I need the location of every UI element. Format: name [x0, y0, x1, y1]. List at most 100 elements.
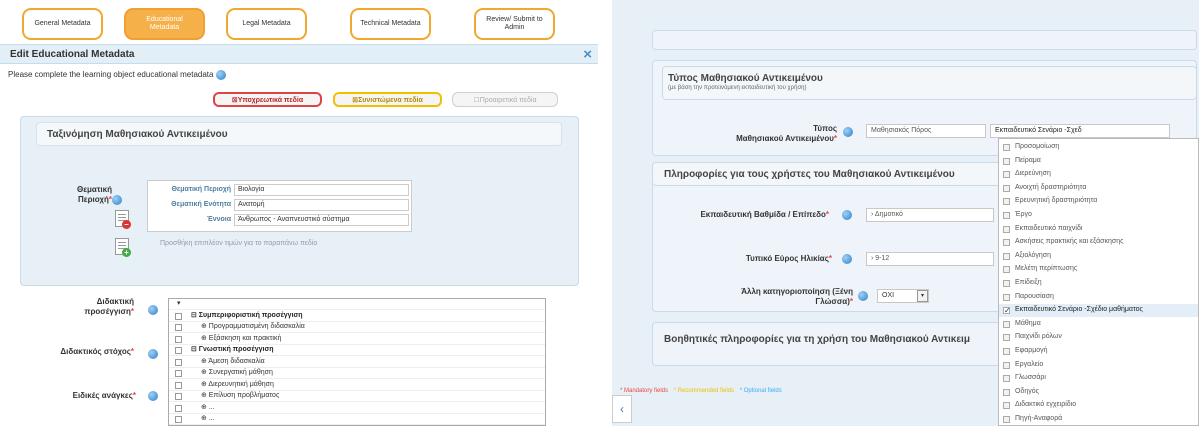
dropdown-option[interactable]: Έργο	[999, 209, 1198, 222]
tree-item[interactable]: ⊟ Γνωστική προσέγγιση	[169, 345, 545, 356]
option-checkbox[interactable]	[1003, 416, 1010, 423]
option-checkbox[interactable]	[1003, 402, 1010, 410]
info-icon[interactable]	[112, 195, 122, 205]
checkbox[interactable]	[175, 404, 182, 412]
dropdown-option[interactable]: Πείραμα	[999, 155, 1198, 168]
object-type-select[interactable]: Εκπαιδευτικό Σενάριο -Σχεδ	[990, 124, 1170, 138]
wizard-step-general[interactable]: General Metadata	[22, 8, 103, 40]
didactic-approach-label: Διδακτική προσέγγιση*	[84, 297, 134, 316]
wizard-step-technical[interactable]: Technical Metadata	[350, 8, 431, 40]
tree-item[interactable]: ⊕ ...	[169, 403, 545, 414]
wizard-step-educational[interactable]: Educational Metadata	[124, 8, 205, 40]
option-label: Έργο	[1015, 211, 1032, 218]
back-arrow-button[interactable]: ‹	[612, 395, 632, 423]
wizard-step-review[interactable]: Review/ Submit to Admin	[474, 8, 555, 40]
dropdown-option[interactable]: Παιχνίδι ρόλων	[999, 331, 1198, 344]
option-checkbox[interactable]	[1003, 293, 1010, 301]
dropdown-option[interactable]: Εκπαιδευτικό παιχνίδι	[999, 223, 1198, 236]
option-checkbox[interactable]	[1003, 375, 1010, 383]
option-checkbox[interactable]	[1003, 280, 1010, 287]
tree-item[interactable]: ⊕ ...	[169, 414, 545, 425]
dialog-title-bar: Edit Educational Metadata ×	[0, 44, 598, 64]
info-icon[interactable]	[842, 210, 852, 220]
dropdown-option[interactable]: Γλωσσάρι	[999, 372, 1198, 385]
info-icon[interactable]	[858, 291, 868, 301]
concept-value[interactable]: Άνθρωπος - Αναπνευστικό σύστημα	[234, 214, 409, 226]
field-legend: * Mandatory fields * Recommended fields …	[620, 388, 782, 394]
option-checkbox[interactable]	[1003, 320, 1010, 328]
object-type-input[interactable]: Μαθησιακός Πόρος	[866, 124, 986, 138]
option-checkbox[interactable]	[1003, 334, 1010, 342]
add-value-icon[interactable]: +	[115, 238, 131, 257]
option-checkbox[interactable]	[1003, 144, 1010, 151]
remove-value-icon[interactable]: –	[115, 210, 131, 229]
dropdown-option[interactable]: Μελέτη περίπτωσης	[999, 263, 1198, 276]
classification-header: Ταξινόμηση Μαθησιακού Αντικειμένου	[36, 122, 562, 146]
education-level-input[interactable]: › Δημοτικό	[866, 208, 994, 222]
didactic-approach-tree[interactable]: ▾ ⊟ Συμπεριφοριστική προσέγγιση ⊕ Προγραμμ…	[168, 298, 546, 426]
info-icon[interactable]	[148, 391, 158, 401]
tree-item[interactable]: ⊕ Άμεση διδασκαλία	[169, 357, 545, 368]
dropdown-option[interactable]: Ασκήσεις πρακτικής και εξάσκησης	[999, 236, 1198, 249]
close-icon[interactable]: ×	[583, 46, 592, 63]
dropdown-option[interactable]: Προσομοίωση	[999, 141, 1198, 154]
dropdown-option[interactable]: Μάθημα	[999, 318, 1198, 331]
option-checkbox[interactable]	[1003, 361, 1010, 369]
option-checkbox[interactable]	[1003, 157, 1010, 165]
checkbox[interactable]	[175, 324, 182, 331]
tree-item[interactable]: ⊟ Συμπεριφοριστική προσέγγιση	[169, 311, 545, 322]
option-checkbox[interactable]	[1003, 266, 1010, 274]
option-checkbox[interactable]	[1003, 212, 1010, 219]
chevron-down-icon[interactable]: ▾	[917, 290, 928, 302]
info-icon[interactable]	[842, 254, 852, 264]
option-checkbox[interactable]	[1003, 388, 1010, 396]
option-checkbox[interactable]	[1003, 252, 1010, 260]
dropdown-option[interactable]: Ερευνητική δραστηριότητα	[999, 195, 1198, 208]
option-checkbox[interactable]	[1003, 239, 1010, 247]
option-checkbox[interactable]	[1003, 348, 1010, 355]
dropdown-option[interactable]: Ανοιχτή δραστηριότητα	[999, 182, 1198, 195]
option-checkbox[interactable]	[1003, 171, 1010, 179]
dropdown-option[interactable]: Διδακτικό εγχειρίδιο	[999, 399, 1198, 412]
info-icon[interactable]	[148, 305, 158, 315]
option-checkbox[interactable]	[1003, 198, 1010, 206]
tree-item[interactable]: ▾	[169, 299, 545, 310]
dropdown-option[interactable]: Επίδειξη	[999, 277, 1198, 290]
checkbox[interactable]	[175, 312, 182, 320]
tree-item[interactable]: ⊕ Διερευνητική μάθηση	[169, 380, 545, 391]
checkbox[interactable]	[175, 416, 182, 423]
dropdown-option[interactable]: Διερεύνηση	[999, 168, 1198, 181]
checkbox[interactable]	[175, 358, 182, 366]
info-icon[interactable]	[843, 127, 853, 137]
filter-required-button[interactable]: ⊠Υποχρεωτικά πεδία	[213, 92, 322, 107]
option-checkbox[interactable]	[1003, 305, 1011, 317]
tree-item[interactable]: ⊕ Εξάσκηση και πρακτική	[169, 334, 545, 345]
checkbox[interactable]	[175, 370, 182, 377]
dropdown-option[interactable]: Αξιολόγηση	[999, 250, 1198, 263]
dropdown-option[interactable]: Εφαρμογή	[999, 345, 1198, 358]
object-type-dropdown-list[interactable]: Προσομοίωση Πείραμα Διερεύνηση Ανοιχτή δρασ…	[998, 138, 1199, 426]
checkbox[interactable]	[175, 347, 182, 354]
dropdown-option[interactable]: Πηγή-Αναφορά	[999, 413, 1198, 425]
thematic-area-value[interactable]: Βιολογία	[234, 184, 409, 196]
thematic-unit-value[interactable]: Ανατομή	[234, 199, 409, 211]
checkbox[interactable]	[175, 335, 182, 343]
option-checkbox[interactable]	[1003, 225, 1010, 233]
option-label: Ερευνητική δραστηριότητα	[1015, 197, 1098, 205]
dropdown-option[interactable]: Παρουσίαση	[999, 291, 1198, 304]
filter-recommended-button[interactable]: ⊠Συνιστώμενα πεδία	[333, 92, 442, 107]
wizard-step-legal[interactable]: Legal Metadata	[226, 8, 307, 40]
tree-item[interactable]: ⊕ Συνεργατική μάθηση	[169, 368, 545, 379]
dropdown-option[interactable]: Οδηγός	[999, 386, 1198, 399]
checkbox[interactable]	[175, 393, 182, 400]
checkbox[interactable]	[175, 381, 182, 389]
dropdown-option[interactable]: Εργαλείο	[999, 359, 1198, 372]
option-checkbox[interactable]	[1003, 184, 1010, 192]
tree-item[interactable]: ⊕ Προγραμματισμένη διδασκαλία	[169, 322, 545, 333]
age-range-input[interactable]: › 9-12	[866, 252, 994, 266]
info-icon[interactable]	[148, 349, 158, 359]
tree-item[interactable]: ⊕ Επίλυση προβλήματος	[169, 391, 545, 402]
filter-optional-button[interactable]: ☐Προαιρετικά πεδία	[452, 92, 558, 107]
info-icon[interactable]	[215, 70, 226, 80]
dropdown-option[interactable]: Εκπαιδευτικό Σενάριο -Σχέδιο μαθήματος	[999, 304, 1198, 318]
